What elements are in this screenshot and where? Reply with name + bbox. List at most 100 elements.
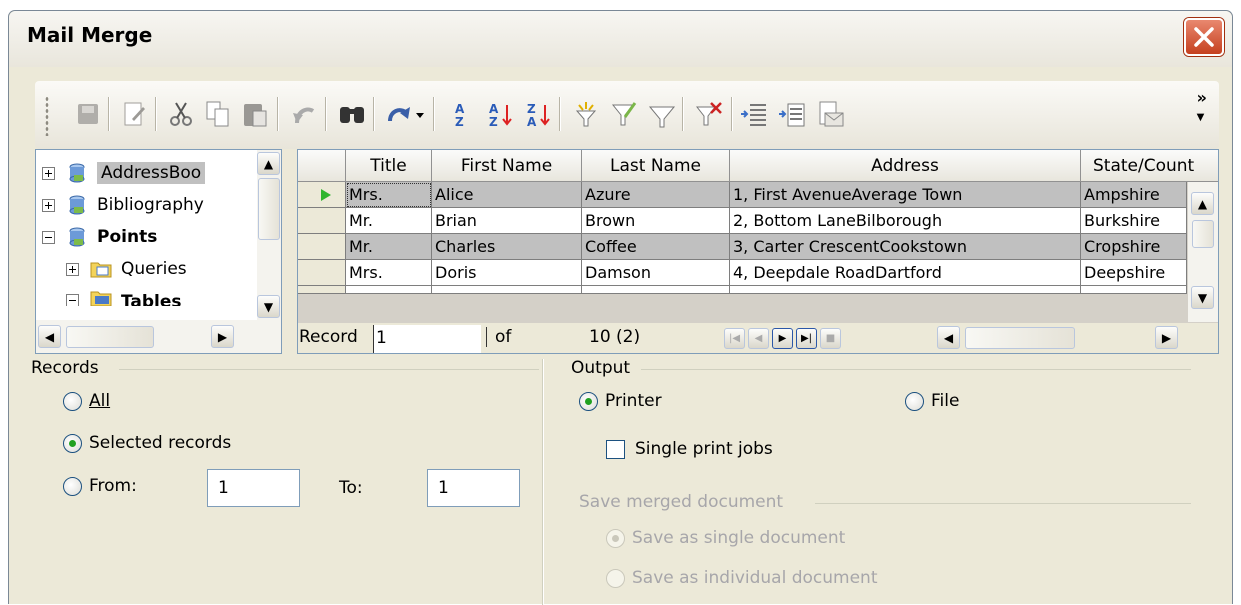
autofilter-icon[interactable] bbox=[569, 97, 603, 131]
records-to-input[interactable]: 1 bbox=[427, 469, 520, 507]
sort-icon[interactable]: AZ bbox=[443, 97, 477, 131]
standard-filter-icon[interactable] bbox=[607, 97, 641, 131]
redo-icon[interactable] bbox=[382, 97, 416, 131]
table-cell[interactable]: Alice bbox=[432, 182, 582, 208]
table-cell[interactable]: Deepshire bbox=[1081, 260, 1187, 286]
column-header-first-name[interactable]: First Name bbox=[432, 150, 582, 182]
edit-icon[interactable] bbox=[117, 97, 151, 131]
scroll-right-icon[interactable]: ▶ bbox=[1155, 326, 1178, 349]
expand-icon[interactable] bbox=[66, 262, 79, 276]
tree-item-points[interactable]: Points bbox=[42, 222, 157, 252]
expand-icon[interactable] bbox=[42, 198, 55, 212]
toolbar-grip[interactable] bbox=[45, 96, 49, 136]
single-print-jobs-checkbox[interactable]: Single print jobs bbox=[606, 439, 773, 459]
scroll-thumb[interactable] bbox=[965, 327, 1075, 349]
next-record-icon[interactable]: ▶ bbox=[772, 328, 793, 349]
table-cell[interactable]: 1, First AvenueAverage Town bbox=[730, 182, 1081, 208]
records-from-input[interactable]: 1 bbox=[207, 469, 300, 507]
collapse-icon[interactable] bbox=[66, 294, 79, 306]
collapse-icon[interactable] bbox=[42, 230, 55, 244]
output-file-radio[interactable]: File bbox=[905, 391, 959, 411]
table-cell[interactable]: 2, Bottom LaneBilborough bbox=[730, 208, 1081, 234]
records-from-radio[interactable]: From: bbox=[63, 476, 137, 496]
table-cell[interactable]: Mrs. bbox=[346, 260, 432, 286]
save-icon[interactable] bbox=[71, 97, 105, 131]
tree-item-bibliography[interactable]: Bibliography bbox=[42, 190, 204, 220]
scroll-thumb[interactable] bbox=[1192, 220, 1214, 248]
output-printer-radio[interactable]: Printer bbox=[579, 391, 662, 411]
mail-merge-icon[interactable] bbox=[813, 97, 847, 131]
toolbar-overflow-button[interactable]: » ▼ bbox=[1196, 90, 1207, 125]
table-row[interactable]: Mrs. Doris Damson 4, Deepdale RoadDartfo… bbox=[298, 260, 1187, 286]
table-row[interactable]: Mr. Brian Brown 2, Bottom LaneBilborough… bbox=[298, 208, 1187, 234]
last-record-icon[interactable]: ▶| bbox=[796, 328, 817, 349]
table-cell[interactable]: Coffee bbox=[582, 234, 730, 260]
filter-icon[interactable] bbox=[645, 97, 679, 131]
save-individual-radio[interactable]: Save as individual document bbox=[606, 568, 878, 588]
tree-horizontal-scrollbar[interactable]: ◀ ▶ bbox=[36, 320, 281, 353]
sort-ascending-icon[interactable]: AZ bbox=[483, 97, 517, 131]
table-cell[interactable]: 3, Carter CrescentCookstown bbox=[730, 234, 1081, 260]
row-handle[interactable] bbox=[298, 208, 346, 234]
find-icon[interactable] bbox=[335, 97, 369, 131]
data-to-fields-icon[interactable] bbox=[775, 97, 809, 131]
scroll-thumb[interactable] bbox=[258, 178, 280, 240]
column-header-last-name[interactable]: Last Name bbox=[582, 150, 730, 182]
grid-vertical-scrollbar[interactable]: ▲ ▼ bbox=[1188, 182, 1218, 322]
table-cell[interactable]: Brian bbox=[432, 208, 582, 234]
first-record-icon[interactable]: |◀ bbox=[724, 328, 745, 349]
table-cell[interactable]: Damson bbox=[582, 260, 730, 286]
scroll-thumb[interactable] bbox=[66, 326, 154, 348]
expand-icon[interactable] bbox=[42, 166, 55, 180]
close-button[interactable] bbox=[1184, 18, 1224, 56]
records-all-radio[interactable]: All bbox=[63, 391, 110, 411]
cut-icon[interactable] bbox=[164, 97, 198, 131]
table-cell[interactable]: 4, Deepdale RoadDartford bbox=[730, 260, 1081, 286]
table-cell[interactable]: Mr. bbox=[346, 208, 432, 234]
data-to-text-icon[interactable] bbox=[737, 97, 771, 131]
new-record-icon[interactable]: ■ bbox=[820, 328, 841, 349]
scroll-up-icon[interactable]: ▲ bbox=[1191, 192, 1214, 215]
scroll-up-icon[interactable]: ▲ bbox=[257, 152, 280, 175]
column-header-title[interactable]: Title bbox=[346, 150, 432, 182]
table-cell[interactable]: Cropshire bbox=[1081, 234, 1187, 260]
table-cell[interactable]: Doris bbox=[432, 260, 582, 286]
row-handle[interactable] bbox=[298, 260, 346, 286]
table-cell[interactable]: Mr. bbox=[346, 234, 432, 260]
tree-item-queries[interactable]: Queries bbox=[66, 254, 187, 284]
paste-icon[interactable] bbox=[238, 97, 272, 131]
table-cell[interactable]: Mrs. bbox=[346, 182, 432, 208]
previous-record-icon[interactable]: ◀ bbox=[748, 328, 769, 349]
data-source-tree[interactable]: AddressBoo Bibliography Points Queries T… bbox=[35, 149, 282, 354]
scroll-down-icon[interactable]: ▼ bbox=[1191, 286, 1214, 309]
remove-filter-icon[interactable] bbox=[691, 97, 725, 131]
tree-item-tables[interactable]: Tables bbox=[66, 286, 182, 306]
records-selected-radio[interactable]: Selected records bbox=[63, 433, 231, 453]
scroll-down-icon[interactable]: ▼ bbox=[257, 295, 280, 318]
records-grid[interactable]: Title First Name Last Name Address State… bbox=[297, 149, 1219, 354]
chevron-down-icon: ▼ bbox=[1196, 112, 1205, 123]
table-cell[interactable]: Burkshire bbox=[1081, 208, 1187, 234]
row-handle[interactable] bbox=[298, 182, 346, 208]
save-single-radio[interactable]: Save as single document bbox=[606, 528, 845, 548]
column-header-address[interactable]: Address bbox=[730, 150, 1081, 182]
record-number-input[interactable]: 1 bbox=[373, 325, 481, 353]
tree-vertical-scrollbar[interactable]: ▲ ▼ bbox=[257, 150, 281, 320]
scroll-left-icon[interactable]: ◀ bbox=[937, 326, 960, 349]
table-cell[interactable]: Brown bbox=[582, 208, 730, 234]
sort-descending-icon[interactable]: ZA bbox=[521, 97, 555, 131]
table-cell[interactable]: Ampshire bbox=[1081, 182, 1187, 208]
grid-horizontal-scrollbar[interactable]: ◀ ▶ bbox=[935, 325, 1185, 351]
undo-icon[interactable] bbox=[287, 97, 321, 131]
row-handle[interactable] bbox=[298, 234, 346, 260]
copy-icon[interactable] bbox=[201, 97, 235, 131]
tree-item-addressbook[interactable]: AddressBoo bbox=[42, 158, 206, 188]
table-cell[interactable]: Azure bbox=[582, 182, 730, 208]
table-row[interactable]: Mrs. Alice Azure 1, First AvenueAverage … bbox=[298, 182, 1187, 208]
table-cell[interactable]: Charles bbox=[432, 234, 582, 260]
column-header-state[interactable]: State/Count bbox=[1081, 150, 1218, 182]
scroll-left-icon[interactable]: ◀ bbox=[38, 325, 61, 348]
table-row[interactable]: Mr. Charles Coffee 3, Carter CrescentCoo… bbox=[298, 234, 1187, 260]
chevron-down-icon[interactable] bbox=[413, 97, 427, 131]
scroll-right-icon[interactable]: ▶ bbox=[211, 325, 234, 348]
